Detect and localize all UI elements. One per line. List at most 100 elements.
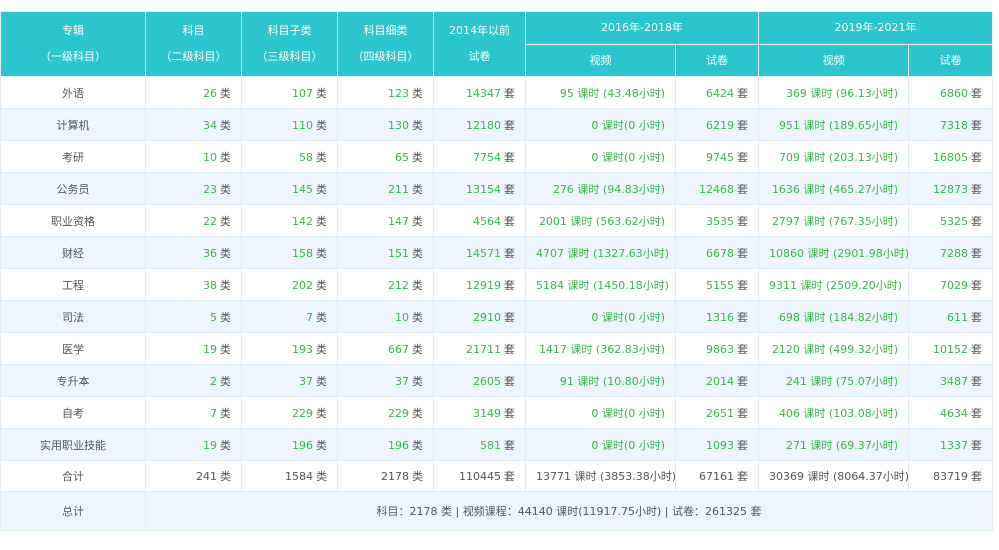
cell-unit: 套 <box>971 374 982 388</box>
cell-p2: 4634 套 <box>908 396 993 429</box>
header-paper-2019-2021: 试卷 <box>908 44 993 77</box>
header-level4: 科目细类 （四级科目） <box>337 11 434 77</box>
cell-value: 10 <box>203 150 217 164</box>
cell-unit: 类 <box>412 438 423 452</box>
cell-value: 1584 <box>285 470 313 483</box>
cell-v2: 241 课时 (75.07小时) <box>758 364 909 397</box>
cell-value: 196 <box>292 438 313 452</box>
cell-unit: 类 <box>220 470 231 483</box>
cell-p2: 16805 套 <box>908 140 993 173</box>
cell-v2: 709 课时 (203.13小时) <box>758 140 909 173</box>
cell-unit: 类 <box>220 118 231 132</box>
cell-value: 1316 <box>706 310 734 324</box>
cell-l4: 65 类 <box>337 140 434 173</box>
cell-l4: 123 类 <box>337 76 434 109</box>
cell-value: 6860 <box>940 86 968 100</box>
cell-value: 10152 <box>933 342 968 356</box>
cell-p1: 6219 套 <box>675 108 759 141</box>
cell-unit: 套 <box>737 374 748 388</box>
cell-value: 23 <box>203 182 217 196</box>
row-name-cell: 司法 <box>0 300 146 333</box>
cell-value: 26 <box>203 86 217 100</box>
cell-value: 151 <box>388 246 409 260</box>
cell-l3: 158 类 <box>241 236 338 269</box>
cell-value: 7318 <box>940 118 968 132</box>
cell-value: 19 <box>203 342 217 356</box>
cell-unit: 类 <box>316 246 327 260</box>
cell-unit: 类 <box>220 150 231 164</box>
cell-value: 14347 <box>466 86 501 100</box>
cell-p2: 7288 套 <box>908 236 993 269</box>
cell-unit: 类 <box>412 406 423 420</box>
cell-unit: 类 <box>412 246 423 260</box>
cell-value: 83719 <box>933 470 968 483</box>
cell-l2: 19 类 <box>145 332 242 365</box>
cell-unit: 类 <box>220 406 231 420</box>
row-name-cell: 公务员 <box>0 172 146 205</box>
cell-v2: 2797 课时 (767.35小时) <box>758 204 909 237</box>
cell-unit: 套 <box>504 438 515 452</box>
cell-v2: 30369 课时 (8064.37小时) <box>758 460 910 492</box>
table-row: 自考 7 类 229 类 229 类 3149 套 0 课时(0 小时) 2651 套 406 课时 (… <box>0 396 993 429</box>
cell-unit: 套 <box>971 182 982 196</box>
cell-value: 241 课时 (75.07小时) <box>785 374 898 388</box>
row-name-cell: 专升本 <box>0 364 146 397</box>
cell-l3: 196 类 <box>241 428 338 461</box>
cell-p2014: 13154 套 <box>433 172 526 205</box>
cell-unit: 套 <box>504 214 515 228</box>
cell-unit: 套 <box>971 470 982 483</box>
cell-value: 5155 <box>706 278 734 292</box>
cell-unit: 套 <box>971 214 982 228</box>
cell-value: 67161 <box>699 470 734 483</box>
cell-value: 5 <box>210 310 217 324</box>
cell-value: 4634 <box>940 406 968 420</box>
cell-unit: 套 <box>504 470 515 483</box>
table-body: 外语 26 类 107 类 123 类 14347 套 95 课时 (43.48小时) 6424 套 3… <box>0 76 993 531</box>
cell-value: 110 <box>292 118 313 132</box>
cell-l2: 10 类 <box>145 140 242 173</box>
cell-value: 130 <box>388 118 409 132</box>
cell-p1: 6424 套 <box>675 76 759 109</box>
cell-l4: 151 类 <box>337 236 434 269</box>
cell-value: 30369 课时 (8064.37小时) <box>769 470 910 483</box>
cell-value: 2910 <box>473 310 501 324</box>
cell-p2014: 14571 套 <box>433 236 526 269</box>
cell-unit: 类 <box>220 86 231 100</box>
cell-unit: 套 <box>504 182 515 196</box>
cell-value: 0 课时(0 小时) <box>591 406 665 420</box>
cell-value: 13154 <box>466 182 501 196</box>
cell-l3: 202 类 <box>241 268 338 301</box>
cell-value: 271 课时 (69.37小时) <box>785 438 898 452</box>
cell-p2: 611 套 <box>908 300 993 333</box>
cell-value: 1093 <box>706 438 734 452</box>
cell-l3: 1584 类 <box>241 460 338 492</box>
cell-v2: 698 课时 (184.82小时) <box>758 300 909 333</box>
cell-v2: 271 课时 (69.37小时) <box>758 428 909 461</box>
cell-p2014: 110445 套 <box>433 460 526 492</box>
cell-value: 229 <box>388 406 409 420</box>
cell-v2: 2120 课时 (499.32小时) <box>758 332 909 365</box>
cell-l3: 142 类 <box>241 204 338 237</box>
cell-unit: 套 <box>737 342 748 356</box>
row-name-cell: 合计 <box>0 460 146 492</box>
header-video-2016-2018: 视频 <box>525 44 676 77</box>
cell-unit: 套 <box>971 246 982 260</box>
table-row: 工程 38 类 202 类 212 类 12919 套 5184 课时 (1450.18小时) 51… <box>0 268 993 301</box>
cell-value: 158 <box>292 246 313 260</box>
cell-value: 34 <box>203 118 217 132</box>
cell-v2: 369 课时 (96.13小时) <box>758 76 909 109</box>
cell-value: 5184 课时 (1450.18小时) <box>536 278 670 292</box>
cell-value: 196 <box>388 438 409 452</box>
cell-p2014: 12919 套 <box>433 268 526 301</box>
cell-unit: 套 <box>504 118 515 132</box>
cell-value: 2797 课时 (767.35小时) <box>771 214 898 228</box>
cell-value: 193 <box>292 342 313 356</box>
cell-value: 1337 <box>940 438 968 452</box>
cell-l4: 147 类 <box>337 204 434 237</box>
table-row: 职业资格 22 类 142 类 147 类 4564 套 2001 课时 (563.62小时) 35… <box>0 204 993 237</box>
header-level3: 科目子类 （三级科目） <box>241 11 338 77</box>
cell-value: 212 <box>388 278 409 292</box>
cell-unit: 套 <box>737 246 748 260</box>
cell-unit: 类 <box>412 342 423 356</box>
table-row: 实用职业技能 19 类 196 类 196 类 581 套 0 课时(0 小时) 1093 套 271 … <box>0 428 993 461</box>
